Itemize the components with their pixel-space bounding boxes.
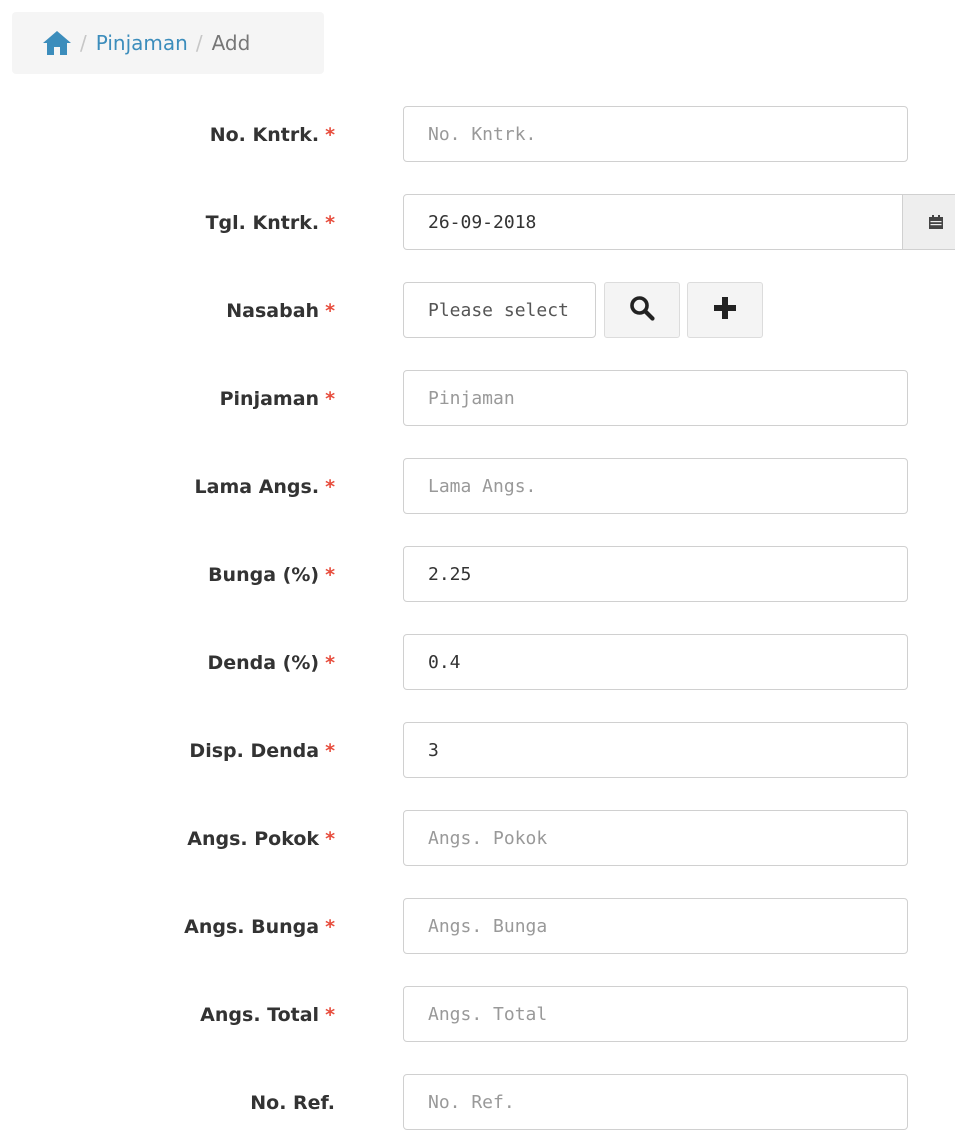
breadcrumb-link-pinjaman[interactable]: Pinjaman	[96, 31, 188, 55]
disp-denda-input[interactable]	[403, 722, 908, 778]
required-marker: *	[325, 300, 335, 322]
required-marker: *	[325, 828, 335, 850]
required-marker: *	[325, 124, 335, 146]
plus-icon	[713, 296, 737, 324]
nasabah-label: Nasabah *	[226, 300, 335, 322]
angs-total-input[interactable]	[403, 986, 908, 1042]
no-ref-label: No. Ref.	[250, 1092, 335, 1114]
nasabah-search-button[interactable]	[604, 282, 680, 338]
denda-input[interactable]	[403, 634, 908, 690]
form-row-tgl-kontrak: Tgl. Kntrk. *	[0, 194, 955, 252]
required-marker: *	[325, 1004, 335, 1026]
tgl-kontrak-label: Tgl. Kntrk. *	[205, 212, 335, 234]
angs-bunga-label: Angs. Bunga *	[184, 916, 335, 938]
form-row-bunga: Bunga (%) *	[0, 546, 955, 604]
nasabah-add-button[interactable]	[687, 282, 763, 338]
nasabah-select[interactable]: Please select	[403, 282, 596, 338]
form-row-angs-pokok: Angs. Pokok *	[0, 810, 955, 868]
form-row-no-kontrak: No. Kntrk. *	[0, 106, 955, 164]
form-row-angs-bunga: Angs. Bunga *	[0, 898, 955, 956]
disp-denda-label: Disp. Denda *	[189, 740, 335, 762]
search-icon	[629, 295, 655, 325]
no-kontrak-input[interactable]	[403, 106, 908, 162]
home-icon[interactable]	[42, 30, 72, 56]
pinjaman-input[interactable]	[403, 370, 908, 426]
form-row-nasabah: Nasabah * Please select	[0, 282, 955, 340]
required-marker: *	[325, 212, 335, 234]
angs-bunga-input[interactable]	[403, 898, 908, 954]
required-marker: *	[325, 388, 335, 410]
bunga-input[interactable]	[403, 546, 908, 602]
tgl-kontrak-input[interactable]	[403, 194, 903, 250]
angs-total-label: Angs. Total *	[200, 1004, 335, 1026]
bunga-label: Bunga (%) *	[208, 564, 335, 586]
form-row-pinjaman: Pinjaman *	[0, 370, 955, 428]
calendar-icon[interactable]	[902, 194, 955, 250]
lama-angs-input[interactable]	[403, 458, 908, 514]
angs-pokok-label: Angs. Pokok *	[187, 828, 335, 850]
angs-pokok-input[interactable]	[403, 810, 908, 866]
form-row-no-ref: No. Ref.	[0, 1074, 955, 1132]
required-marker: *	[325, 476, 335, 498]
denda-label: Denda (%) *	[207, 652, 335, 674]
lama-angs-label: Lama Angs. *	[194, 476, 335, 498]
no-kontrak-label: No. Kntrk. *	[209, 124, 335, 146]
form-row-angs-total: Angs. Total *	[0, 986, 955, 1044]
breadcrumb-separator: /	[80, 31, 87, 55]
required-marker: *	[325, 564, 335, 586]
breadcrumb-current: Add	[211, 31, 251, 55]
breadcrumb-separator: /	[195, 31, 203, 55]
breadcrumb: / Pinjaman / Add	[12, 12, 324, 74]
required-marker: *	[325, 652, 335, 674]
form-row-disp-denda: Disp. Denda *	[0, 722, 955, 780]
required-marker: *	[325, 740, 335, 762]
pinjaman-label: Pinjaman *	[219, 388, 335, 410]
no-ref-input[interactable]	[403, 1074, 908, 1130]
form-row-lama-angs: Lama Angs. *	[0, 458, 955, 516]
required-marker: *	[325, 916, 335, 938]
form-row-denda: Denda (%) *	[0, 634, 955, 692]
